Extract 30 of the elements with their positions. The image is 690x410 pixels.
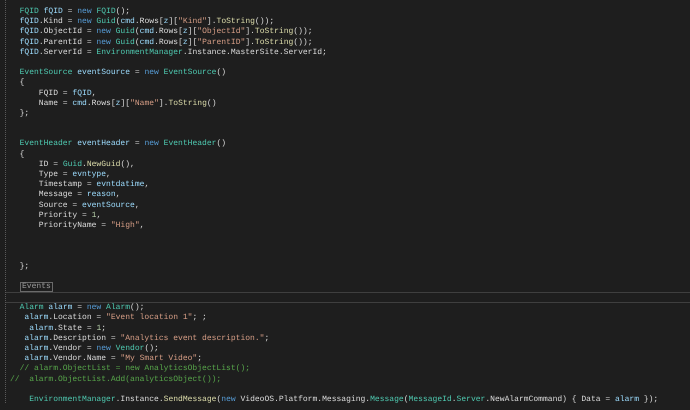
code-line: EnvironmentManager.Instance.SendMessage(new VideoOS.Platform.Messaging.Message(MessageId.Server.NewAlarmCommand) { Data = alarm }); — [28, 394, 660, 406]
code-line: alarm.Vendor.Name = "My Smart Video"; — [23, 354, 204, 364]
code-line: Type = evntype, — [38, 170, 112, 180]
code-line: Timestamp = evntdatime, — [38, 180, 150, 190]
code-line: }; — [18, 108, 30, 120]
code-line: EventHeader eventHeader = new EventHeader() — [18, 139, 228, 150]
code-line: // alarm.ObjectList.Add(analyticsObject()); — [10, 374, 222, 385]
code-line: FQID = fQID, — [38, 88, 98, 99]
code-line: EventSource eventSource = new EventSource() — [18, 68, 228, 78]
collapsed-region[interactable]: Events — [20, 282, 53, 292]
code-line: fQID.ServerId = EnvironmentManager.Instance.MasterSite.ServerId; — [18, 48, 328, 58]
code-line: }; — [18, 262, 30, 272]
code-line: PriorityName = "High", — [38, 220, 146, 232]
code-line: Name = cmd.Rows[z]["Name"].ToString() — [38, 98, 218, 109]
code-line: Alarm alarm = new Alarm(); — [18, 303, 146, 313]
code-line: // alarm.ObjectList = new AnalyticsObjectList(); — [18, 364, 252, 375]
code-line: alarm.Vendor = new Vendor(); — [23, 344, 160, 354]
code-line: { — [18, 150, 26, 160]
code-line: { — [18, 78, 26, 88]
code-line: Source = eventSource, — [38, 200, 141, 211]
code-line: fQID.Kind = new Guid(cmd.Rows[z]["Kind"].ToString()); — [18, 17, 276, 27]
code-line: fQID.ObjectId = new Guid(cmd.Rows[z]["ObjectId"].ToString()); — [18, 27, 314, 38]
code-line: Message = reason, — [38, 190, 122, 201]
code-line: alarm.Description = "Analytics event description."; — [23, 334, 270, 344]
code-line: FQID fQID = new FQID(); — [18, 7, 132, 17]
code-line: fQID.ParentId = new Guid(cmd.Rows[z]["ParentID"].ToString()); — [18, 38, 314, 48]
code-line: alarm.Location = "Event location 1"; ; — [23, 313, 208, 324]
code-line: ID = Guid.NewGuid(), — [38, 160, 136, 170]
code-line: alarm.State = 1; — [28, 324, 108, 334]
code-line: Priority = 1, — [38, 210, 102, 221]
